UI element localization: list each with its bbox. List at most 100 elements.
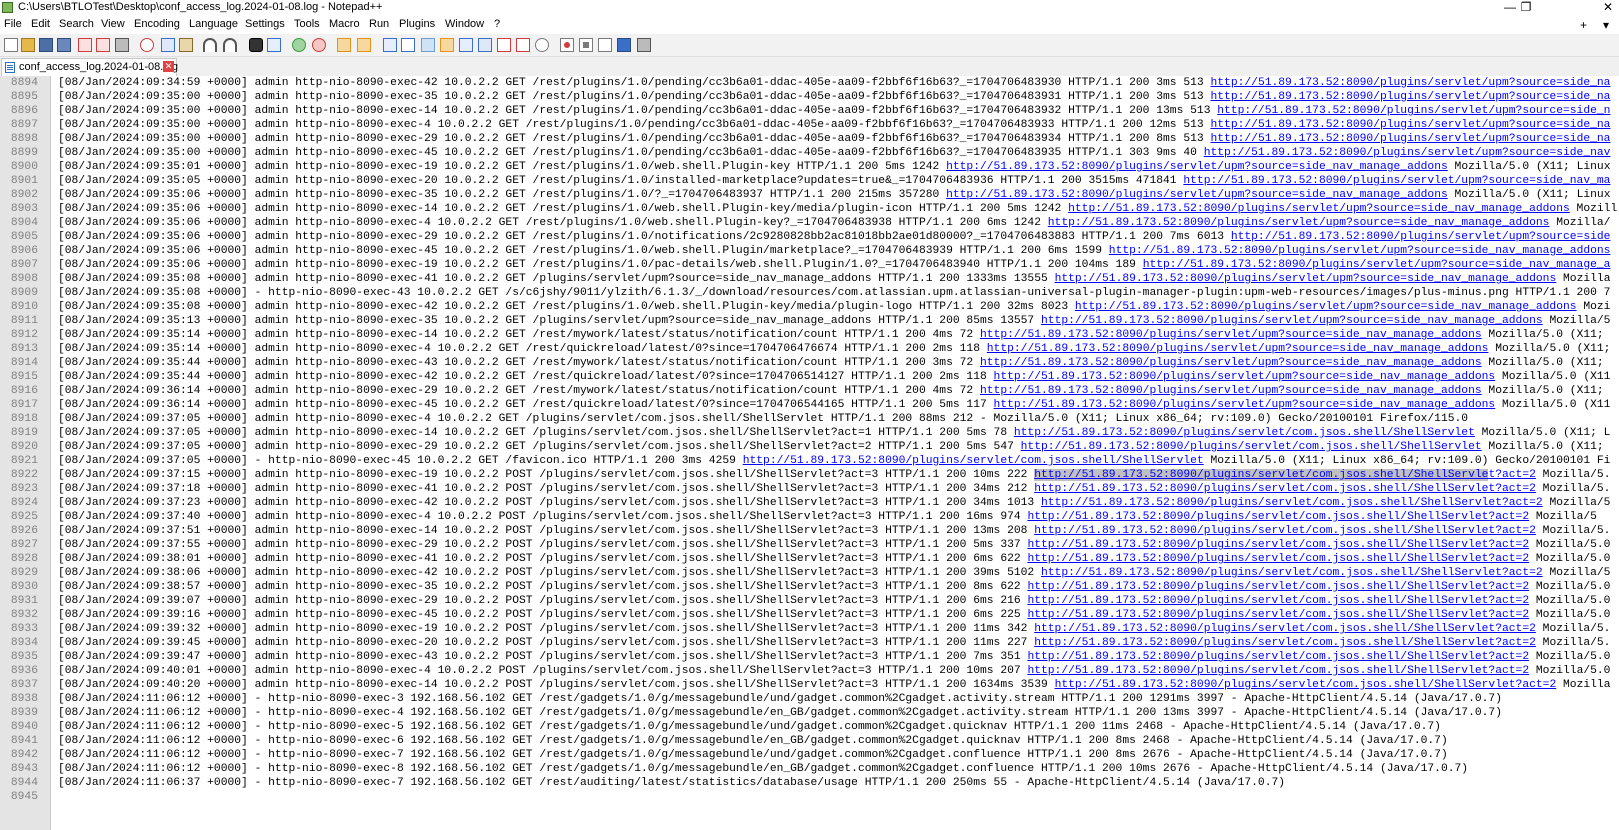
open-file-icon[interactable] [21,38,35,52]
close-window-button[interactable]: ✕ [1598,0,1618,14]
url-link[interactable]: http://51.89.173.52:8090/plugins/servlet… [1210,119,1610,131]
user-defined-language-icon[interactable] [440,38,454,52]
url-link[interactable]: http://51.89.173.52:8090/plugins/servlet… [1027,581,1529,593]
menu-window[interactable]: Window [445,18,484,30]
editor[interactable]: 8894 [08/Jan/2024:09:34:59 +0000] admin h… [0,76,1619,830]
save-all-icon[interactable] [57,38,71,52]
line-text: [08/Jan/2024:09:35:00 +0000] admin http-… [58,132,1610,146]
play-macro-icon[interactable] [598,38,612,52]
url-link[interactable]: http://51.89.173.52:8090/plugins/servlet… [980,329,1482,341]
menu-edit[interactable]: Edit [31,18,50,30]
url-link[interactable]: http://51.89.173.52:8090/plugins/servlet… [743,455,1204,467]
url-link[interactable]: http://51.89.173.52:8090/plugins/servlet… [1027,511,1529,523]
tab-list-dropdown-icon[interactable]: ▾ [1603,18,1609,32]
function-list-icon[interactable] [478,38,492,52]
menu-encoding[interactable]: Encoding [134,18,180,30]
url-link[interactable]: http://51.89.173.52:8090/plugins/servlet… [1034,637,1536,649]
url-link[interactable]: http://51.89.173.52:8090/plugins/servlet… [1027,595,1529,607]
url-link[interactable]: http://51.89.173.52:8090/plugins/servlet… [946,189,1448,201]
tab-conf-access-log[interactable]: conf_access_log.2024-01-08.log ✕ [1,58,178,76]
menu-settings[interactable]: Settings [245,18,285,30]
url-link[interactable]: t?act=2 [1488,469,1535,481]
copy-icon[interactable] [161,38,175,52]
word-wrap-icon[interactable] [383,38,397,52]
url-link[interactable]: http://51.89.173.52:8090/plugins/servlet… [1204,147,1611,159]
url-link[interactable]: http://51.89.173.52:8090/plugins/servlet… [946,161,1448,173]
paste-icon[interactable] [179,38,193,52]
tab-close-icon[interactable]: ✕ [163,61,174,72]
url-link[interactable]: http://51.89.173.52:8090/plugins/servlet… [1027,651,1529,663]
url-link[interactable]: http://51.89.173.52:8090/plugins/servlet… [1109,245,1611,257]
close-file-icon[interactable] [78,38,92,52]
url-link[interactable]: http://51.89.173.52:8090/plugins/servlet… [1068,203,1570,215]
url-link[interactable]: http://51.89.173.52:8090/plugins/servlet… [987,343,1489,355]
url-link[interactable]: http://51.89.173.52:8090/plugins/servlet… [1210,133,1610,145]
line-text: [08/Jan/2024:09:35:44 +0000] admin http-… [58,370,1610,384]
url-link[interactable]: http://51.89.173.52:8090/plugins/servlet… [1034,483,1536,495]
zoom-in-icon[interactable] [292,38,306,52]
sync-horizontal-scroll-icon[interactable] [357,38,371,52]
replace-icon[interactable] [267,38,281,52]
url-link[interactable]: http://51.89.173.52:8090/plugins/servlet… [1034,525,1536,537]
sync-vertical-scroll-icon[interactable] [337,38,351,52]
log-text: [08/Jan/2024:09:35:00 +0000] admin http-… [58,119,1211,131]
stop-recording-icon[interactable] [579,38,593,52]
url-link[interactable]: http://51.89.173.52:8090/plugins/servlet… [1041,315,1543,327]
monitoring-eye-icon[interactable] [535,38,549,52]
close-all-icon[interactable] [96,38,110,52]
url-link[interactable]: http://51.89.173.52:8090/plugins/servlet… [980,385,1482,397]
url-link[interactable]: http://51.89.173.52:8090/plugins/servlet… [1143,259,1611,271]
menu-macro[interactable]: Macro [329,18,360,30]
url-link[interactable]: http://51.89.173.52:8090/plugins/servlet… [1027,553,1529,565]
url-link[interactable]: http://51.89.173.52:8090/plugins/servlet… [994,371,1496,383]
url-link[interactable]: http://51.89.173.52:8090/plugins/servlet… [1014,427,1475,439]
log-text: [08/Jan/2024:09:35:08 +0000] admin http-… [58,301,1075,313]
menu-run[interactable]: Run [369,18,389,30]
menu-search[interactable]: Search [59,18,94,30]
url-link[interactable]: http://51.89.173.52:8090/plugins/servlet… [1210,91,1610,103]
menu-plugins[interactable]: Plugins [399,18,435,30]
new-tab-plus-button[interactable]: + [1580,18,1587,32]
url-link[interactable]: http://51.89.173.52:8090/plugins/servlet… [1210,77,1610,89]
restore-button[interactable]: ❐ [1516,0,1536,14]
document-list-icon[interactable] [516,38,530,52]
save-icon[interactable] [39,38,53,52]
show-all-characters-icon[interactable] [401,38,415,52]
new-file-icon[interactable] [4,38,18,52]
line-text: [08/Jan/2024:09:37:05 +0000] admin http-… [58,412,1468,426]
record-macro-icon[interactable] [560,38,574,52]
undo-icon[interactable] [203,38,217,52]
url-link[interactable]: http://51.89.173.52:8090/plugins/servlet… [1021,441,1482,453]
url-link[interactable]: http://51.89.173.52:8090/plugins/servlet… [1055,273,1557,285]
menu-view[interactable]: View [101,18,125,30]
find-icon[interactable] [249,38,263,52]
url-link[interactable]: http://51.89.173.52:8090/plugins/servlet… [1075,301,1577,313]
url-link[interactable]: http://51.89.173.52:8090/plugins/servlet… [980,357,1482,369]
url-link[interactable]: http://51.89.173.52:8090/plugins/servlet… [1183,175,1610,187]
redo-icon[interactable] [223,38,237,52]
url-link[interactable]: http://51.89.173.52:8090/plugins/servlet… [1041,497,1543,509]
menu-language[interactable]: Language [189,18,238,30]
indent-guide-icon[interactable] [421,38,435,52]
cut-icon[interactable] [140,38,154,52]
url-link[interactable]: http://51.89.173.52:8090/plugins/servlet… [1027,609,1529,621]
url-link[interactable]: http://51.89.173.52:8090/plugins/servlet… [1231,231,1611,243]
url-link[interactable]: http://51.89.173.52:8090/plugins/servlet… [1041,567,1543,579]
url-link[interactable]: http://51.89.173.52:8090/plugins/servlet… [994,399,1496,411]
print-icon[interactable] [115,38,129,52]
document-map-icon[interactable] [459,38,473,52]
folder-as-workspace-icon[interactable] [497,38,511,52]
url-link[interactable]: http://51.89.173.52:8090/plugins/servlet… [1055,679,1557,691]
url-link[interactable]: http://51.89.173.52:8090/plugins/servlet… [1048,217,1550,229]
zoom-out-icon[interactable] [312,38,326,52]
url-link[interactable]: http://51.89.173.52:8090/plugins/servlet… [1217,105,1610,117]
save-macro-icon[interactable] [637,38,651,52]
url-link[interactable]: http://51.89.173.52:8090/plugins/servlet… [1034,623,1536,635]
menu-tools[interactable]: Tools [294,18,320,30]
menu-help[interactable]: ? [494,18,500,30]
selected-url[interactable]: http://51.89.173.52:8090/plugins/servlet… [1034,469,1489,481]
menu-file[interactable]: File [4,18,22,30]
url-link[interactable]: http://51.89.173.52:8090/plugins/servlet… [1027,539,1529,551]
url-link[interactable]: http://51.89.173.52:8090/plugins/servlet… [1027,665,1529,677]
run-macro-multiple-icon[interactable] [617,38,631,52]
